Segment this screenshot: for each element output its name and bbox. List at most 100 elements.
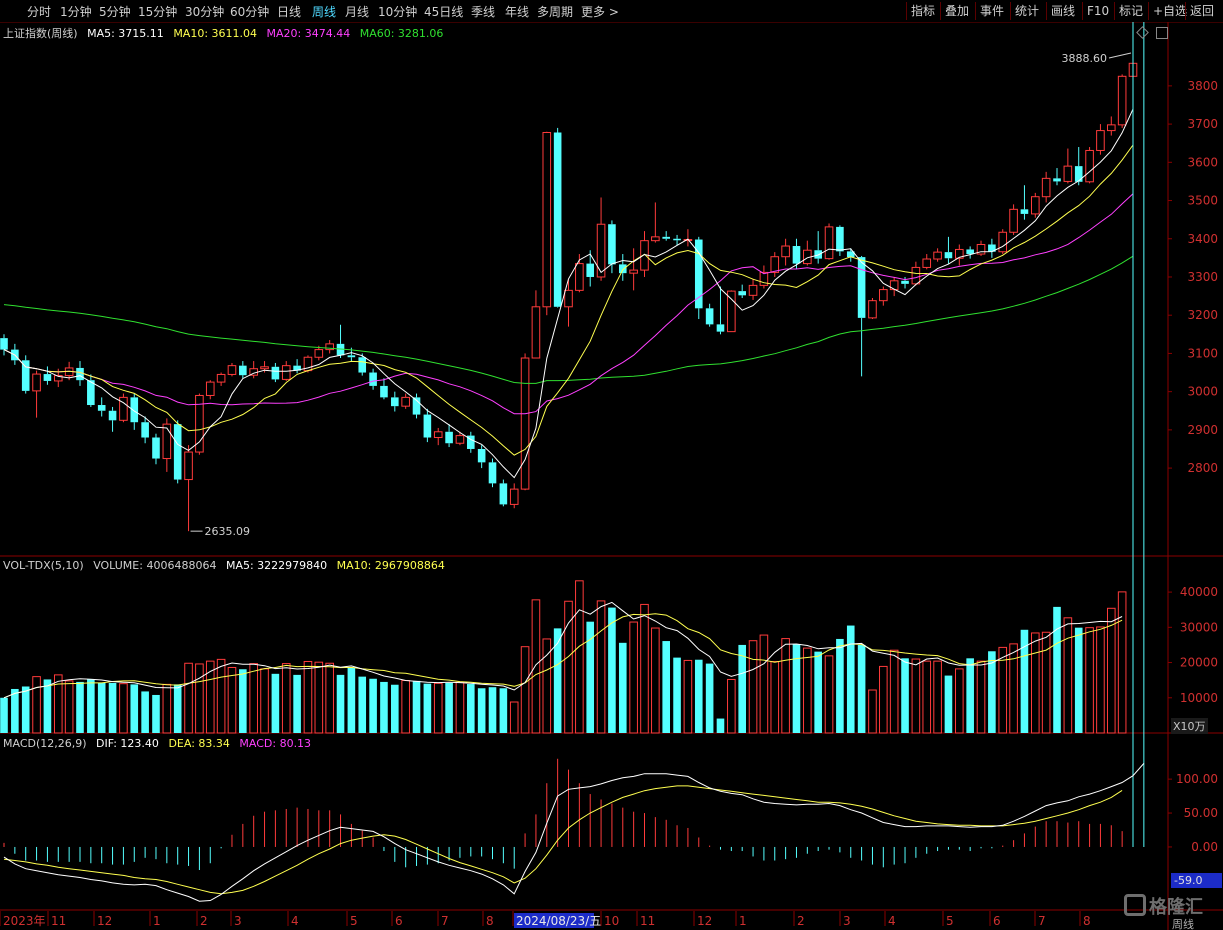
- volume-bar-75: [814, 651, 822, 733]
- ma5-legend: MA5: 3715.11: [87, 27, 164, 40]
- period-tab-0[interactable]: 分时: [27, 3, 51, 20]
- tool-button-1[interactable]: 叠加: [940, 2, 973, 20]
- volume-bar-34: [369, 678, 377, 733]
- volume-ma10: MA10: 2967908864: [336, 559, 445, 572]
- low-price-label: 2635.09: [205, 525, 251, 538]
- tool-button-0[interactable]: 指标: [906, 2, 939, 20]
- candle-body-100: [1085, 149, 1094, 183]
- kline-chart: 2800 2900 3000 3100 3200 3300 3400 3500 3600 3700…: [0, 22, 1223, 930]
- ma20-legend: MA20: 3474.44: [266, 27, 351, 40]
- candle-body-52: [564, 289, 573, 308]
- volume-bar-10: [108, 682, 117, 733]
- x-tick-label-0: 2023年: [3, 914, 46, 928]
- tool-button-5[interactable]: F10: [1082, 2, 1113, 20]
- volume-bar-99: [1074, 627, 1083, 733]
- tool-button-6[interactable]: 标记: [1114, 2, 1147, 20]
- x-tick-label-9: 7: [441, 914, 449, 928]
- period-tab-11[interactable]: 季线: [471, 3, 495, 20]
- tool-button-3[interactable]: 统计: [1010, 2, 1043, 20]
- macd-tick-label-1: 50.00: [1184, 806, 1218, 820]
- volume-bar-17: [184, 662, 193, 734]
- candle-body-47: [509, 488, 519, 505]
- candle-body-95: [1030, 196, 1040, 215]
- volume-bar-25: [271, 673, 280, 733]
- volume-bar-44: [477, 688, 486, 733]
- volume-bar-37: [401, 680, 410, 734]
- volume-bar-80: [868, 689, 877, 734]
- candle-body-56: [608, 224, 616, 265]
- volume-bar-56: [608, 607, 616, 733]
- volume-bar-18: [195, 663, 204, 734]
- macd-value: MACD: 80.13: [239, 737, 312, 750]
- candle-body-26: [281, 365, 291, 380]
- volume-bar-24: [260, 668, 269, 734]
- period-tab-10[interactable]: 45日线: [424, 3, 463, 20]
- volume-bar-65: [705, 663, 714, 733]
- volume-bar-41: [445, 682, 453, 733]
- volume-legend: VOL-TDX(5,10) VOLUME: 4006488064 MA5: 32…: [3, 559, 451, 572]
- period-tab-6[interactable]: 日线: [277, 3, 301, 20]
- period-tab-2[interactable]: 5分钟: [99, 3, 131, 20]
- tool-button-8[interactable]: 返回: [1185, 2, 1218, 20]
- volume-bar-76: [824, 655, 834, 734]
- window-icon[interactable]: [1156, 27, 1168, 39]
- candle-body-94: [1020, 209, 1029, 214]
- x-tick-label-22: 8: [1083, 914, 1091, 928]
- macd-tick-label-0: 0.00: [1191, 840, 1218, 854]
- volume-bar-64: [694, 659, 703, 733]
- volume-tick-label-0: 10000: [1180, 691, 1218, 705]
- candle-body-20: [216, 373, 226, 383]
- volume-tick-label-2: 30000: [1180, 620, 1218, 634]
- volume-bar-13: [141, 691, 149, 733]
- candle-body-62: [673, 238, 681, 241]
- period-tab-8[interactable]: 月线: [345, 3, 369, 20]
- volume-bar-98: [1063, 617, 1073, 734]
- period-tab-13[interactable]: 多周期: [537, 3, 573, 20]
- price-tick-label-7: 3500: [1187, 194, 1218, 208]
- candle-body-79: [857, 257, 866, 318]
- volume-bar-36: [391, 684, 399, 733]
- period-tab-5[interactable]: 60分钟: [230, 3, 269, 20]
- x-tick-label-3: 1: [153, 914, 161, 928]
- volume-bar-100: [1085, 627, 1094, 734]
- volume-bar-83: [901, 658, 909, 733]
- period-tab-4[interactable]: 30分钟: [185, 3, 224, 20]
- candle-body-15: [162, 423, 172, 460]
- x-tick-label-21: 7: [1038, 914, 1046, 928]
- volume-bar-84: [911, 658, 921, 734]
- volume-bar-58: [629, 621, 638, 734]
- volume-bar-57: [618, 642, 627, 733]
- candle-body-14: [152, 437, 160, 459]
- x-tick-label-2: 12: [97, 914, 112, 928]
- candle-body-83: [901, 280, 909, 284]
- candle-body-17: [184, 451, 193, 481]
- period-tab-14[interactable]: 更多 >: [581, 3, 619, 20]
- volume-bar-49: [531, 599, 541, 734]
- candle-body-36: [391, 397, 399, 407]
- volume-bar-38: [412, 680, 421, 733]
- candle-body-85: [922, 258, 932, 268]
- candle-body-44: [477, 448, 486, 463]
- period-tab-9[interactable]: 10分钟: [378, 3, 417, 20]
- volume-bar-96: [1041, 631, 1051, 734]
- period-tab-7[interactable]: 周线: [312, 3, 336, 20]
- price-tick-label-3: 3100: [1187, 346, 1218, 360]
- volume-bar-8: [87, 679, 95, 733]
- volume-unit: X10万: [1171, 718, 1208, 734]
- period-tab-3[interactable]: 15分钟: [138, 3, 177, 20]
- period-tab-1[interactable]: 1分钟: [60, 3, 92, 20]
- volume-bar-66: [716, 718, 725, 733]
- volume-bar-16: [173, 684, 182, 733]
- x-tick-label-1: 11: [51, 914, 66, 928]
- period-tab-12[interactable]: 年线: [505, 3, 529, 20]
- tool-button-2[interactable]: 事件: [975, 2, 1008, 20]
- x-tick-label-16: 2: [797, 914, 805, 928]
- volume-ma10-line: [3, 613, 1123, 699]
- candle-body-12: [130, 397, 139, 423]
- tool-button-4[interactable]: 画线: [1046, 2, 1079, 20]
- period-toolbar: 分时 1分钟 5分钟 15分钟 30分钟 60分钟 日线 周线 月线 10分钟 45日线 季线 年线 多周…: [0, 0, 1223, 23]
- macd-dea: DEA: 83.34: [168, 737, 230, 750]
- volume-bar-45: [488, 687, 497, 733]
- x-tick-label-17: 3: [843, 914, 851, 928]
- volume-bar-63: [683, 659, 693, 734]
